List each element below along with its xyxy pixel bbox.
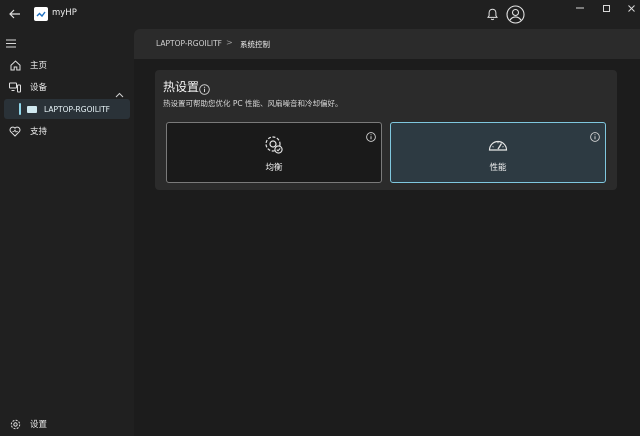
title-bar: myHP [0, 0, 640, 28]
sidebar-item-label: LAPTOP-RGOILITF [44, 104, 110, 114]
home-icon [8, 58, 22, 72]
speedometer-icon [488, 140, 508, 151]
sidebar-item-devices[interactable]: 设备 [4, 78, 130, 96]
back-arrow-icon [9, 9, 20, 19]
close-button[interactable] [623, 2, 639, 14]
laptop-icon [27, 105, 37, 113]
minimize-button[interactable] [572, 2, 588, 14]
panel-description: 热设置可帮助您优化 PC 性能、风扇噪音和冷却偏好。 [163, 99, 343, 108]
info-icon[interactable] [199, 80, 210, 95]
hamburger-icon [6, 39, 16, 48]
breadcrumb-current-page: 系统控制 [240, 40, 270, 49]
maximize-icon [602, 4, 610, 12]
back-button[interactable] [6, 5, 24, 23]
sidebar-item-support[interactable]: 支持 [4, 122, 130, 140]
panel-title: 热设置 [163, 80, 200, 94]
app-title: myHP [52, 8, 77, 18]
performance-mode-card[interactable]: 性能 [390, 122, 606, 183]
sidebar-item-home[interactable]: 主页 [4, 56, 130, 74]
mode-label: 均衡 [265, 163, 283, 173]
account-button[interactable] [505, 4, 525, 24]
notifications-button[interactable] [484, 5, 500, 23]
hp-logo-icon [34, 7, 48, 21]
info-icon[interactable] [366, 127, 376, 142]
sidebar-item-label: 设置 [30, 420, 48, 430]
sidebar-item-label: 主页 [30, 61, 48, 71]
breadcrumb-separator: > [226, 38, 233, 47]
mode-label: 性能 [489, 163, 507, 173]
breadcrumb-device-link[interactable]: LAPTOP-RGOILITF [156, 39, 222, 48]
menu-button[interactable] [6, 33, 20, 48]
minimize-icon [576, 7, 584, 9]
thermal-settings-panel: 热设置 热设置可帮助您优化 PC 性能、风扇噪音和冷却偏好。 均衡 性能 [155, 70, 617, 190]
support-heart-icon [8, 124, 22, 138]
balanced-mode-card[interactable]: 均衡 [166, 122, 382, 183]
sidebar-item-settings[interactable]: 设置 [4, 415, 130, 433]
balanced-gear-icon [265, 136, 283, 154]
maximize-button[interactable] [598, 2, 614, 14]
devices-icon [8, 80, 22, 94]
breadcrumb: LAPTOP-RGOILITF > 系统控制 [134, 29, 640, 59]
selection-indicator [19, 103, 21, 115]
bell-icon [486, 8, 498, 20]
gear-icon [8, 417, 22, 431]
close-icon [627, 4, 635, 12]
sidebar-item-label: 设备 [30, 83, 48, 93]
sidebar-item-laptop[interactable]: LAPTOP-RGOILITF [4, 99, 130, 119]
info-icon[interactable] [590, 127, 600, 142]
chevron-up-icon[interactable] [115, 83, 124, 98]
sidebar-item-label: 支持 [30, 127, 48, 137]
user-avatar-icon [505, 4, 525, 24]
